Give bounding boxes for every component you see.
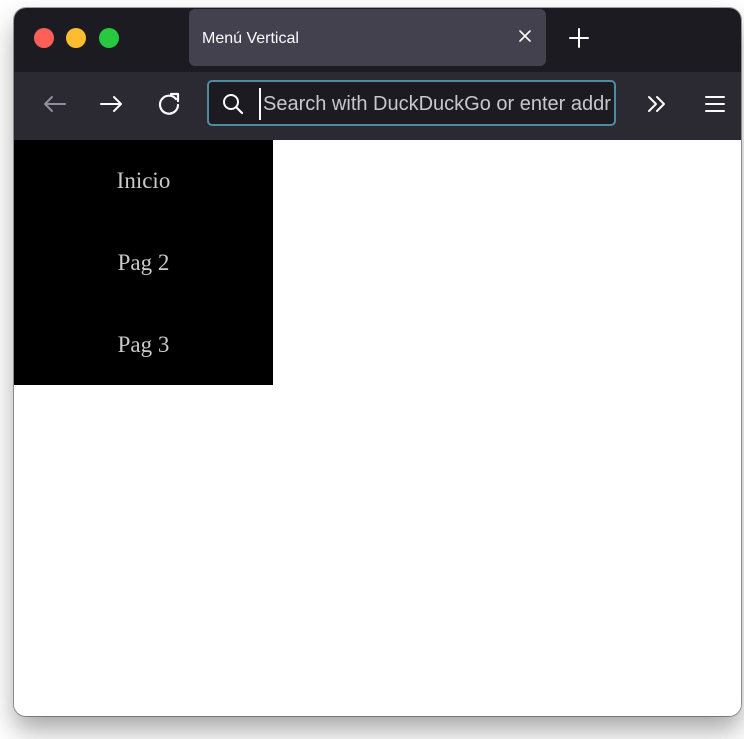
back-arrow-icon[interactable] xyxy=(40,89,70,119)
page-content: Inicio Pag 2 Pag 3 xyxy=(14,140,741,716)
menu-item-inicio[interactable]: Inicio xyxy=(14,140,273,222)
new-tab-icon[interactable] xyxy=(565,24,593,52)
search-input[interactable] xyxy=(259,88,611,120)
hamburger-menu-icon[interactable] xyxy=(700,89,730,119)
reload-icon[interactable] xyxy=(154,89,184,119)
url-bar[interactable] xyxy=(207,80,616,126)
tab-active[interactable]: Menú Vertical xyxy=(189,9,546,66)
nav-toolbar xyxy=(14,72,741,140)
search-icon xyxy=(221,92,245,116)
tab-strip: Menú Vertical xyxy=(14,8,741,72)
menu-item-pag-2[interactable]: Pag 2 xyxy=(14,222,273,304)
menu-item-pag-3[interactable]: Pag 3 xyxy=(14,304,273,386)
forward-arrow-icon[interactable] xyxy=(96,89,126,119)
close-tab-icon[interactable] xyxy=(512,23,538,49)
zoom-window-icon[interactable] xyxy=(99,28,119,48)
overflow-chevrons-icon[interactable] xyxy=(642,89,672,119)
tab-title: Menú Vertical xyxy=(202,30,299,47)
minimize-window-icon[interactable] xyxy=(66,28,86,48)
close-window-icon[interactable] xyxy=(34,28,54,48)
vertical-menu: Inicio Pag 2 Pag 3 xyxy=(14,140,273,385)
browser-window: Menú Vertical Search with DuckDuckGo or … xyxy=(14,8,741,716)
